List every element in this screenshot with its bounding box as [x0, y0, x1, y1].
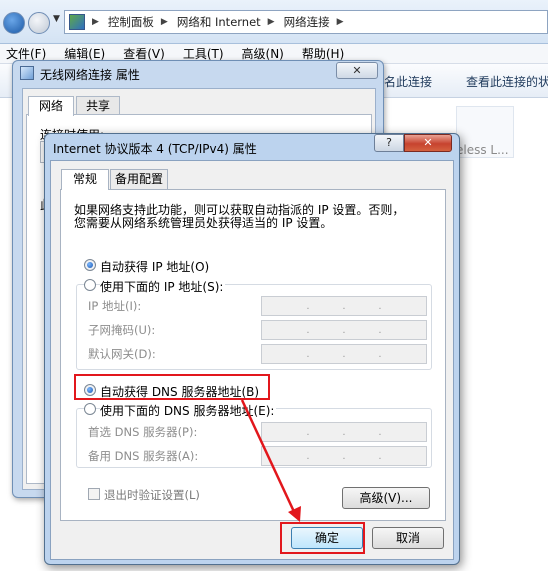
subnet-mask-label: 子网掩码(U): — [88, 323, 156, 337]
ipv4-dialog-title: Internet 协议版本 4 (TCP/IPv4) 属性 — [53, 142, 257, 156]
ip-auto-radio[interactable] — [84, 259, 96, 271]
description-line-2: 您需要从网络系统管理员处获得适当的 IP 设置。 — [74, 216, 333, 230]
breadcrumb-separator-icon: ▶ — [92, 17, 99, 27]
alternate-dns-label: 备用 DNS 服务器(A): — [88, 449, 199, 463]
validate-settings-checkbox[interactable] — [88, 488, 100, 500]
wireless-adapter-label: eless L... — [456, 143, 509, 157]
close-icon[interactable]: ✕ — [336, 62, 378, 79]
octet-separator: . — [306, 300, 310, 312]
wireless-dialog-title: 无线网络连接 属性 — [40, 68, 140, 82]
octet-separator: . — [342, 450, 346, 462]
octet-separator: . — [306, 426, 310, 438]
back-arrow-icon[interactable] — [3, 12, 25, 34]
dns-manual-radio[interactable] — [84, 403, 96, 415]
address-bar[interactable]: ▶ 控制面板 ▶ 网络和 Internet ▶ 网络连接 ▶ — [64, 10, 548, 34]
forward-arrow-icon[interactable] — [28, 12, 50, 34]
ip-manual-label[interactable]: 使用下面的 IP 地址(S): — [100, 278, 226, 295]
octet-separator: . — [378, 300, 382, 312]
network-adapter-icon — [20, 66, 34, 80]
preferred-dns-label: 首选 DNS 服务器(P): — [88, 425, 198, 439]
dns-auto-highlight — [74, 374, 270, 400]
ip-auto-label[interactable]: 自动获得 IP 地址(O) — [100, 258, 209, 275]
preferred-dns-input[interactable]: ... — [261, 422, 427, 442]
help-icon[interactable]: ? — [374, 134, 404, 152]
alternate-dns-input[interactable]: ... — [261, 446, 427, 466]
ip-manual-radio[interactable] — [84, 279, 96, 291]
default-gateway-label: 默认网关(D): — [88, 347, 156, 361]
ip-address-label: IP 地址(I): — [88, 299, 142, 313]
subnet-mask-input[interactable]: ... — [261, 320, 427, 340]
octet-separator: . — [306, 348, 310, 360]
cancel-button[interactable]: 取消 — [372, 527, 444, 549]
advanced-button[interactable]: 高级(V)... — [342, 487, 430, 509]
octet-separator: . — [306, 324, 310, 336]
ok-button-highlight — [280, 522, 365, 554]
breadcrumb-control-panel[interactable]: 控制面板 — [108, 14, 154, 30]
validate-settings-label[interactable]: 退出时验证设置(L) — [104, 487, 200, 503]
octet-separator: . — [378, 450, 382, 462]
tab-sharing[interactable]: 共享 — [76, 96, 120, 115]
control-panel-icon — [69, 14, 85, 30]
rename-connection-command[interactable]: 名此连接 — [384, 73, 432, 90]
breadcrumb-network-internet[interactable]: 网络和 Internet — [177, 14, 261, 30]
octet-separator: . — [306, 450, 310, 462]
breadcrumb-separator-icon: ▶ — [336, 17, 344, 27]
close-icon[interactable]: ✕ — [404, 134, 452, 152]
ip-address-input[interactable]: ... — [261, 296, 427, 316]
recent-pages-chevron-icon[interactable]: ▼ — [53, 14, 60, 24]
breadcrumb-network-connections[interactable]: 网络连接 — [284, 14, 330, 30]
octet-separator: . — [342, 348, 346, 360]
octet-separator: . — [378, 426, 382, 438]
tab-general[interactable]: 常规 — [61, 169, 109, 190]
view-status-command[interactable]: 查看此连接的状 — [466, 73, 548, 90]
octet-separator: . — [342, 426, 346, 438]
tab-networking[interactable]: 网络 — [28, 96, 74, 116]
tab-alternate-configuration[interactable]: 备用配置 — [110, 169, 168, 189]
octet-separator: . — [378, 324, 382, 336]
dns-manual-label[interactable]: 使用下面的 DNS 服务器地址(E): — [100, 402, 277, 419]
default-gateway-input[interactable]: ... — [261, 344, 427, 364]
octet-separator: . — [342, 324, 346, 336]
breadcrumb-separator-icon: ▶ — [267, 17, 275, 27]
breadcrumb-separator-icon: ▶ — [160, 17, 168, 27]
octet-separator: . — [342, 300, 346, 312]
octet-separator: . — [378, 348, 382, 360]
